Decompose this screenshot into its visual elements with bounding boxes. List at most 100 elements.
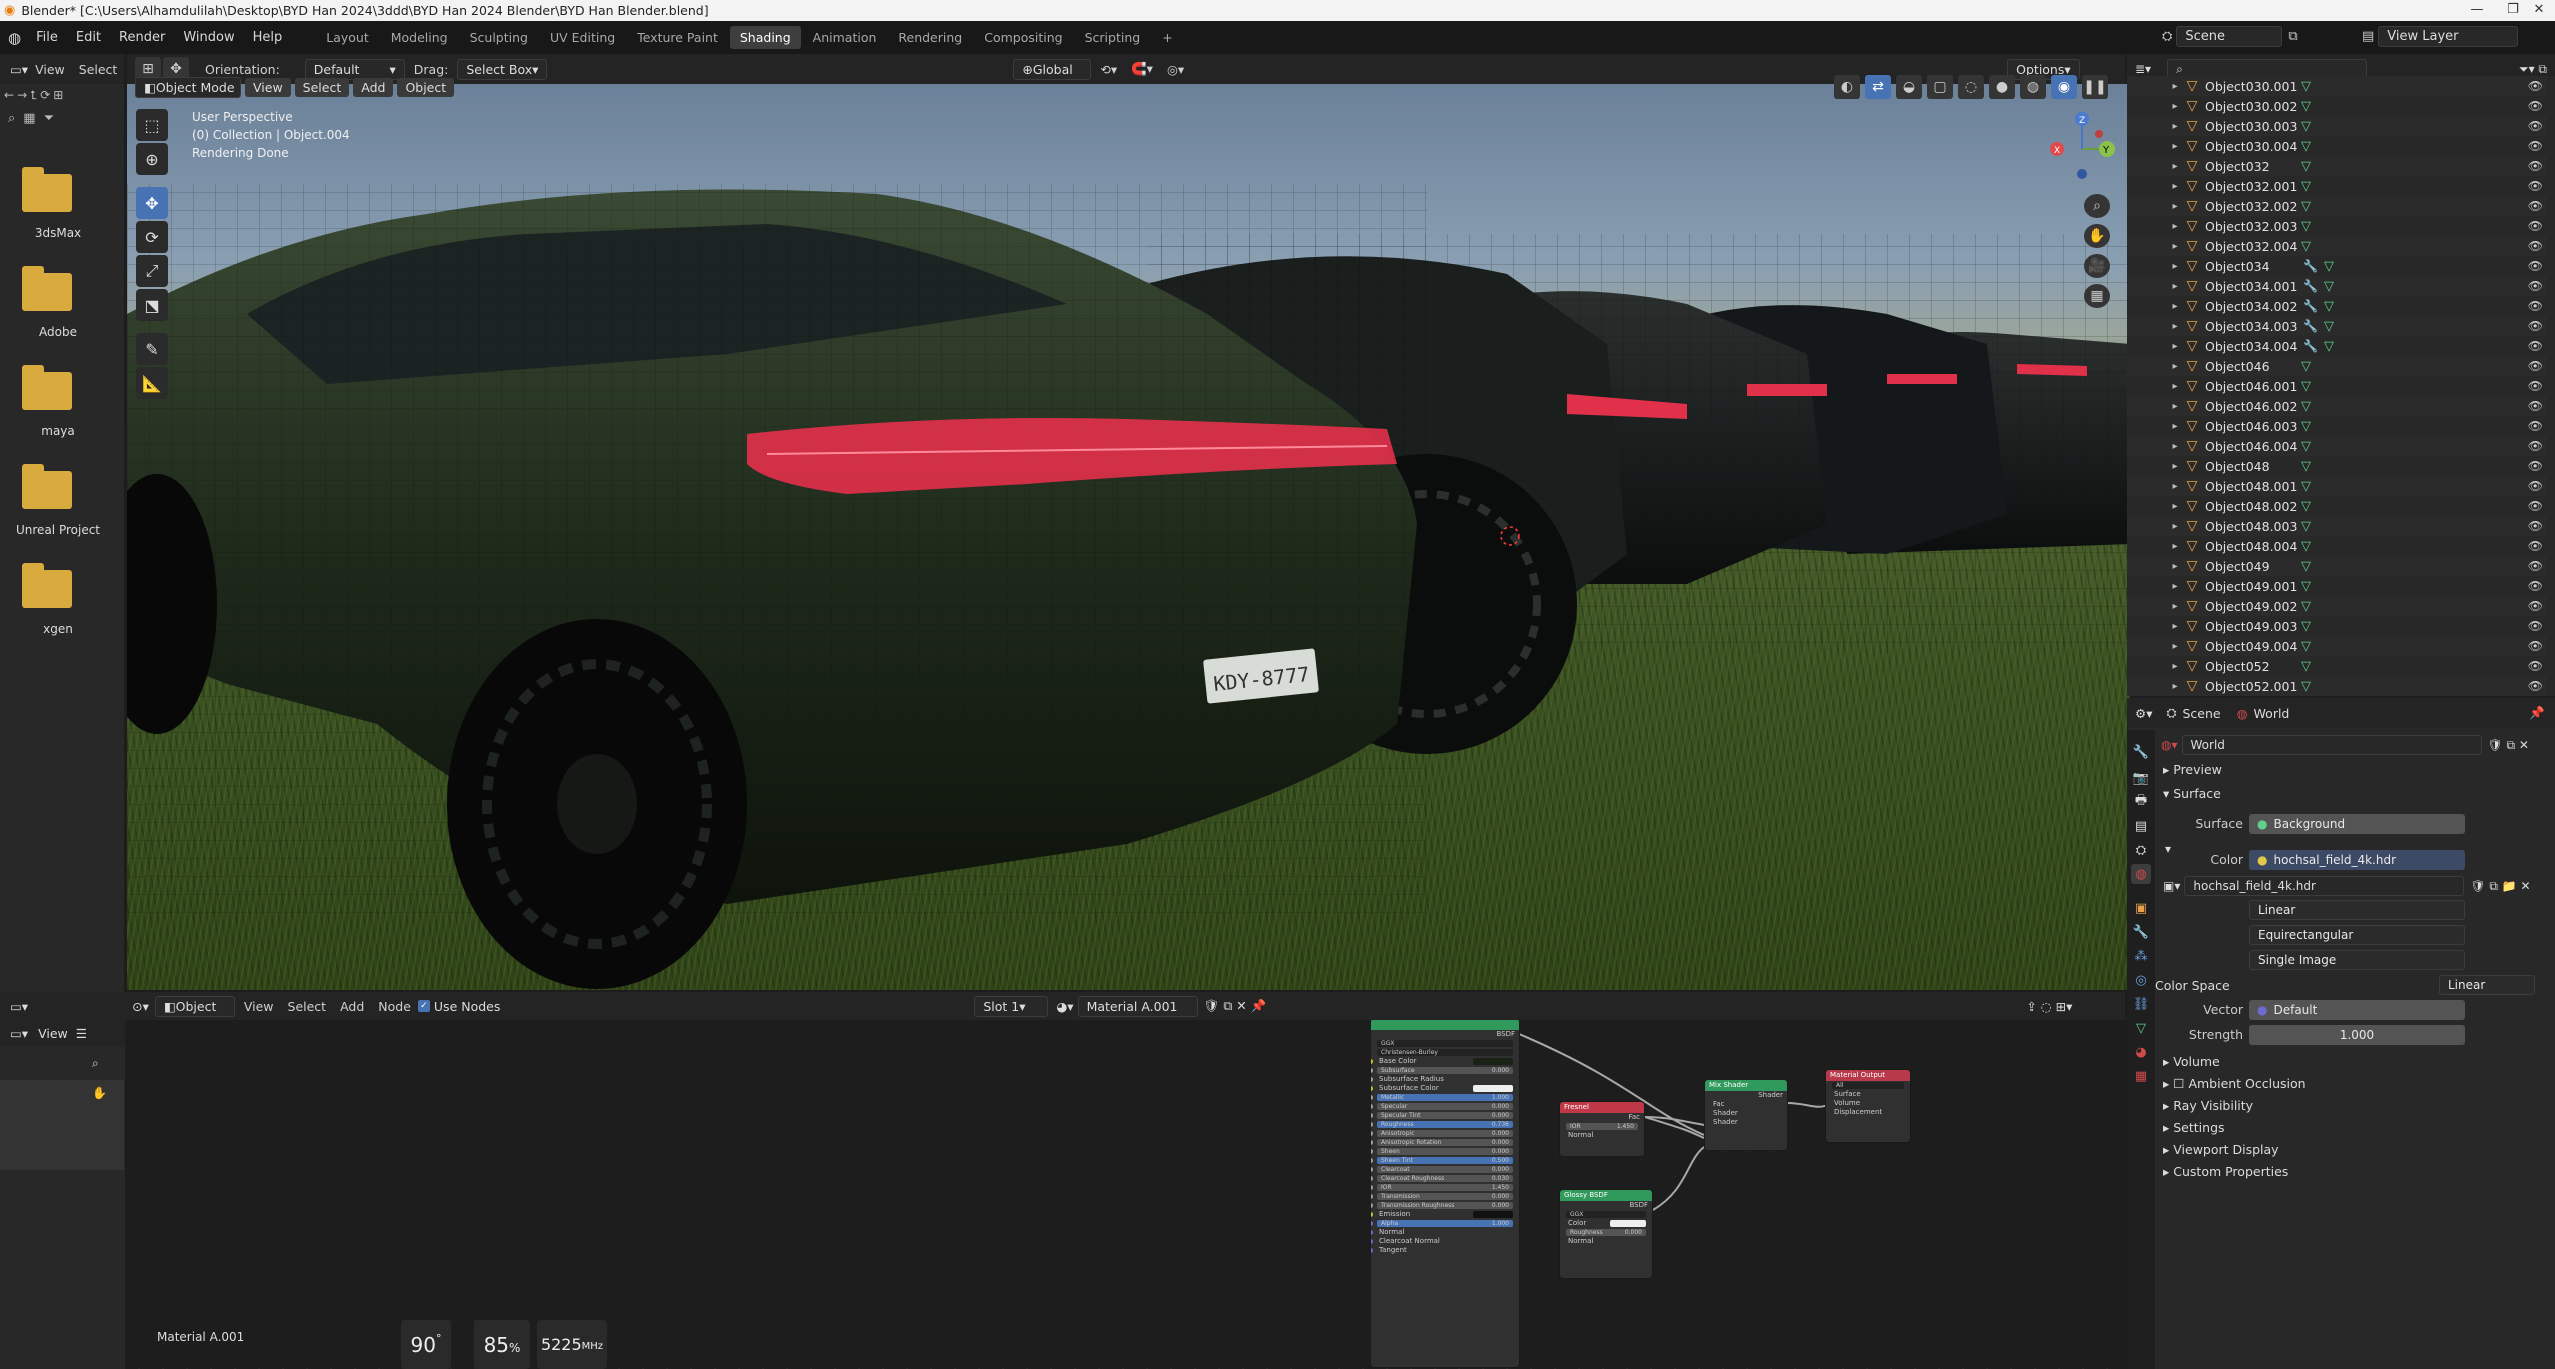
custom-properties-panel[interactable]: ▸ Custom Properties bbox=[2163, 1164, 2306, 1179]
editor-type-icon[interactable]: ▭▾ bbox=[10, 1026, 28, 1041]
principled-input-row[interactable]: Anisotropic Rotation 0.000 bbox=[1371, 1138, 1519, 1147]
object-type-dropdown[interactable]: ◧ Object bbox=[154, 995, 235, 1017]
outliner-item[interactable]: ▸ ▽ Object034.001 🔧 ▽ 👁 bbox=[2127, 276, 2547, 296]
search-icon[interactable]: ⌕ bbox=[8, 111, 15, 126]
outliner-item[interactable]: ▸ ▽ Object048 ▽ 👁 bbox=[2127, 456, 2547, 476]
visibility-eye-icon[interactable]: 👁 bbox=[2528, 519, 2543, 533]
outliner-item[interactable]: ▸ ▽ Object049.004 ▽ 👁 bbox=[2127, 636, 2547, 656]
expand-arrow-icon[interactable]: ▸ bbox=[2167, 161, 2183, 172]
expand-arrow-icon[interactable]: ▸ bbox=[2167, 641, 2183, 652]
image-name-field[interactable]: hochsal_field_4k.hdr bbox=[2184, 876, 2465, 896]
visibility-icon[interactable]: ◐ bbox=[1834, 75, 1860, 99]
visibility-eye-icon[interactable]: 👁 bbox=[2528, 219, 2543, 233]
rotate-tool-icon[interactable]: ⟳ bbox=[136, 221, 168, 253]
vector-field[interactable]: ● Default bbox=[2249, 1000, 2465, 1020]
visibility-eye-icon[interactable]: 👁 bbox=[2528, 319, 2543, 333]
viewport-display-panel[interactable]: ▸ Viewport Display bbox=[2163, 1142, 2306, 1157]
expand-arrow-icon[interactable]: ▸ bbox=[2167, 581, 2183, 592]
editor-type-icon[interactable]: ⚙▾ bbox=[2135, 706, 2152, 721]
grid-icon[interactable]: ▦ bbox=[2084, 284, 2110, 308]
visibility-eye-icon[interactable]: 👁 bbox=[2528, 439, 2543, 453]
folder-icon[interactable] bbox=[22, 266, 72, 311]
solid-shading-icon[interactable]: ● bbox=[1989, 75, 2015, 99]
folder-icon[interactable] bbox=[22, 563, 72, 608]
principled-input-row[interactable]: Sheen 0.000 bbox=[1371, 1147, 1519, 1156]
visibility-eye-icon[interactable]: 👁 bbox=[2528, 119, 2543, 133]
socket-icon[interactable] bbox=[1371, 1194, 1373, 1199]
socket-icon[interactable] bbox=[1371, 1203, 1373, 1208]
close-icon[interactable]: ✕ bbox=[2521, 0, 2555, 21]
select-box-tool-icon[interactable]: ⬚ bbox=[136, 109, 168, 141]
visibility-eye-icon[interactable]: 👁 bbox=[2528, 339, 2543, 353]
filter-icon[interactable]: ⏷▾ ⧉ bbox=[2519, 62, 2547, 77]
folder-label[interactable]: maya bbox=[0, 424, 120, 438]
camera-icon[interactable]: 🎥 bbox=[2084, 254, 2110, 278]
node-add-menu[interactable]: Add bbox=[333, 999, 371, 1014]
socket-icon[interactable] bbox=[1371, 1239, 1373, 1244]
outliner-item[interactable]: ▸ ▽ Object052.001 ▽ 👁 bbox=[2127, 676, 2547, 696]
visibility-eye-icon[interactable]: 👁 bbox=[2528, 539, 2543, 553]
visibility-eye-icon[interactable]: 👁 bbox=[2528, 259, 2543, 273]
visibility-eye-icon[interactable]: 👁 bbox=[2528, 619, 2543, 633]
shader-type-icon[interactable]: ⊙▾ bbox=[132, 999, 149, 1014]
pan-hand-icon[interactable]: ✋ bbox=[92, 1086, 107, 1100]
socket-icon[interactable] bbox=[1371, 1122, 1373, 1127]
slot-dropdown[interactable]: Slot 1 ▾ bbox=[974, 995, 1049, 1017]
annotate-tool-icon[interactable]: ✎ bbox=[136, 333, 168, 365]
file-view-menu[interactable]: View bbox=[28, 62, 72, 77]
expand-arrow-icon[interactable]: ▸ bbox=[2167, 561, 2183, 572]
socket-icon[interactable] bbox=[1371, 1176, 1373, 1181]
menu-edit[interactable]: Edit bbox=[67, 30, 110, 45]
editor-type-icon[interactable]: ▭▾ bbox=[10, 62, 28, 77]
tab-rendering[interactable]: Rendering bbox=[888, 26, 972, 49]
expand-arrow-icon[interactable]: ▸ bbox=[2167, 461, 2183, 472]
expand-arrow-icon[interactable]: ▸ bbox=[2167, 501, 2183, 512]
object-tab-icon[interactable]: ▣ bbox=[2131, 898, 2151, 918]
outliner-item[interactable]: ▸ ▽ Object046.001 ▽ 👁 bbox=[2127, 376, 2547, 396]
color-swatch[interactable] bbox=[1473, 1085, 1513, 1092]
pin-icon[interactable]: 📌 bbox=[2529, 705, 2545, 721]
principled-input-row[interactable]: Subsurface 0.000 bbox=[1371, 1066, 1519, 1075]
visibility-eye-icon[interactable]: 👁 bbox=[2528, 379, 2543, 393]
menu-window[interactable]: Window bbox=[174, 30, 243, 45]
view-menu[interactable]: View bbox=[245, 77, 291, 97]
outliner-item[interactable]: ▸ ▽ Object030.002 ▽ 👁 bbox=[2127, 96, 2547, 116]
node-canvas[interactable]: BSDF GGX Christensen-Burley Base Color Subsu… bbox=[127, 1020, 2125, 1369]
visibility-eye-icon[interactable]: 👁 bbox=[2528, 79, 2543, 93]
measure-tool-icon[interactable]: 📐 bbox=[136, 367, 168, 399]
scene-selector[interactable]: ⛭ Scene ⧉ bbox=[2162, 26, 2298, 47]
outliner-item[interactable]: ▸ ▽ Object046.002 ▽ 👁 bbox=[2127, 396, 2547, 416]
image-actions-icon[interactable]: 🛡 ⧉ 📁 ✕ bbox=[2470, 879, 2530, 894]
glossy-distribution[interactable]: GGX bbox=[1560, 1210, 1652, 1219]
principled-input-row[interactable]: Anisotropic 0.000 bbox=[1371, 1129, 1519, 1138]
expand-arrow-icon[interactable]: ▸ bbox=[2167, 181, 2183, 192]
socket-icon[interactable] bbox=[1371, 1167, 1373, 1172]
folder-icon[interactable] bbox=[22, 365, 72, 410]
expand-arrow-icon[interactable]: ▸ bbox=[2167, 381, 2183, 392]
transform-tool-icon[interactable]: ⬔ bbox=[136, 289, 168, 321]
outliner-item[interactable]: ▸ ▽ Object046.004 ▽ 👁 bbox=[2127, 436, 2547, 456]
forward-icon[interactable]: → bbox=[17, 88, 27, 103]
outliner-item[interactable]: ▸ ▽ Object030.004 ▽ 👁 bbox=[2127, 136, 2547, 156]
principled-input-row[interactable]: Sheen Tint 0.500 bbox=[1371, 1156, 1519, 1165]
outliner-item[interactable]: ▸ ▽ Object046.003 ▽ 👁 bbox=[2127, 416, 2547, 436]
socket-icon[interactable] bbox=[1371, 1158, 1373, 1163]
outliner-item[interactable]: ▸ ▽ Object032.001 ▽ 👁 bbox=[2127, 176, 2547, 196]
principled-input-row[interactable]: Normal bbox=[1371, 1228, 1519, 1237]
socket-icon[interactable] bbox=[1371, 1149, 1373, 1154]
principled-input-row[interactable]: GGX bbox=[1371, 1039, 1519, 1048]
outliner-item[interactable]: ▸ ▽ Object048.003 ▽ 👁 bbox=[2127, 516, 2547, 536]
tab-compositing[interactable]: Compositing bbox=[974, 26, 1072, 49]
principled-bsdf-node[interactable]: BSDF GGX Christensen-Burley Base Color Subsu… bbox=[1370, 1020, 1520, 1368]
socket-icon[interactable] bbox=[1371, 1059, 1373, 1064]
fresnel-ior-row[interactable]: IOR 1.450 bbox=[1560, 1122, 1644, 1131]
outliner-item[interactable]: ▸ ▽ Object034 🔧 ▽ 👁 bbox=[2127, 256, 2547, 276]
scene-name[interactable]: Scene bbox=[2176, 26, 2283, 47]
overlays-icon[interactable]: ◒ bbox=[1896, 75, 1922, 99]
menu-file[interactable]: File bbox=[27, 30, 67, 45]
gizmo-icon[interactable]: ⇄ bbox=[1865, 75, 1891, 99]
expand-arrow-icon[interactable]: ▸ bbox=[2167, 541, 2183, 552]
principled-input-row[interactable]: Clearcoat Normal bbox=[1371, 1237, 1519, 1246]
surface-shader-field[interactable]: ● Background bbox=[2249, 814, 2465, 834]
new-folder-icon[interactable]: ⊞ bbox=[53, 88, 63, 103]
